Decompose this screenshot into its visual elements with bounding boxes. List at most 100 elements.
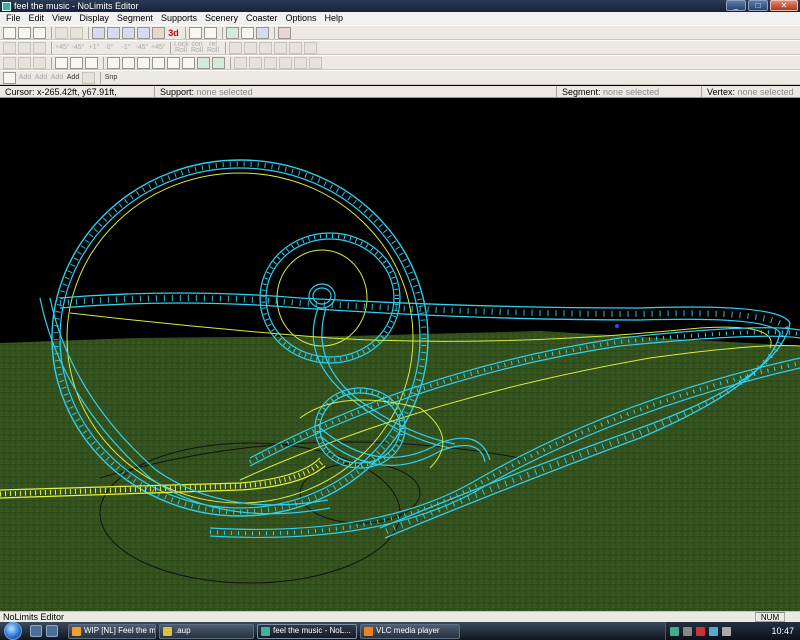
redo-icon[interactable]	[70, 26, 83, 39]
undo-icon[interactable]	[55, 26, 68, 39]
minimize-button[interactable]: _	[726, 0, 746, 11]
pointer-icon[interactable]	[3, 71, 16, 84]
task-button-aup[interactable]: .aup	[159, 623, 254, 639]
support-e-icon[interactable]	[289, 41, 302, 54]
menu-file[interactable]: File	[2, 12, 25, 25]
mountain-view-icon[interactable]	[137, 26, 150, 39]
menu-help[interactable]: Help	[321, 12, 348, 25]
footer-b-icon[interactable]	[249, 56, 262, 69]
task-button-nolimits[interactable]: feel the music - NoL...	[257, 623, 357, 639]
roll-plus-45-b-button[interactable]: +45°	[151, 44, 166, 51]
zoom-in-icon[interactable]	[189, 26, 202, 39]
track-b-icon[interactable]	[18, 56, 31, 69]
cylinder-c-icon[interactable]	[137, 56, 150, 69]
lock-roll-button[interactable]: Lock Roll	[174, 41, 189, 54]
zoom-out-icon[interactable]	[204, 26, 217, 39]
footer-f-icon[interactable]	[309, 56, 322, 69]
cylinder-a-icon[interactable]	[107, 56, 120, 69]
task-button-vlc[interactable]: VLC media player	[360, 623, 460, 639]
roll-plus-45-button[interactable]: +45°	[55, 44, 70, 51]
con-roll-button[interactable]: con Roll	[190, 41, 204, 54]
roll-minus-45-button[interactable]: -45°	[71, 44, 85, 51]
support-c-icon[interactable]	[259, 41, 272, 54]
add-d-button[interactable]: Add	[66, 74, 80, 81]
task-button-wip[interactable]: WIP [NL] Feel the m...	[68, 623, 156, 639]
ride-view-icon[interactable]	[226, 26, 239, 39]
menu-options[interactable]: Options	[282, 12, 321, 25]
grid-icon[interactable]	[92, 26, 105, 39]
menu-supports[interactable]: Supports	[157, 12, 201, 25]
select-box-icon[interactable]	[3, 41, 16, 54]
add-b-button[interactable]: Add	[34, 74, 48, 81]
menu-scenery[interactable]: Scenery	[201, 12, 242, 25]
snap-button[interactable]: Snp	[104, 74, 118, 81]
roll-plus-1-button[interactable]: +1°	[87, 44, 101, 51]
start-button[interactable]	[0, 622, 30, 640]
show-desktop-icon[interactable]	[30, 625, 42, 637]
cylinder-e-icon[interactable]	[167, 56, 180, 69]
support-value: none selected	[196, 87, 253, 97]
arrow-icon[interactable]	[683, 626, 692, 636]
support-d-icon[interactable]	[274, 41, 287, 54]
block-icon[interactable]	[212, 56, 225, 69]
rel-roll-bottom: Roll	[206, 46, 220, 54]
open-folder-icon[interactable]	[18, 26, 31, 39]
menu-display[interactable]: Display	[75, 12, 113, 25]
menu-coaster[interactable]: Coaster	[242, 12, 282, 25]
catwalk-icon[interactable]	[197, 56, 210, 69]
volume-icon[interactable]	[722, 626, 731, 636]
cylinder-d-icon[interactable]	[152, 56, 165, 69]
3d-viewport[interactable]	[0, 98, 800, 611]
roll-zero-button[interactable]: 0°	[103, 44, 117, 51]
network-icon[interactable]	[670, 626, 679, 636]
roll-minus-1-button[interactable]: -1°	[119, 44, 133, 51]
track-a-icon[interactable]	[3, 56, 16, 69]
task-label: WIP [NL] Feel the m...	[84, 626, 156, 635]
title-bar[interactable]: feel the music - NoLimits Editor _ □ ✕	[0, 0, 800, 12]
pencil-icon[interactable]	[55, 56, 68, 69]
person-icon[interactable]	[82, 71, 95, 84]
sphere-icon[interactable]	[241, 26, 254, 39]
info-bar: Cursor: x-265.42ft, y67.91ft, Support: n…	[0, 86, 800, 98]
toolbar-roll: +45° -45° +1° 0° -1° -45° +45° Lock Roll …	[0, 40, 800, 55]
antivirus-icon[interactable]	[696, 626, 705, 636]
segment-view-icon[interactable]	[122, 26, 135, 39]
footer-d-icon[interactable]	[279, 56, 292, 69]
quick-launch	[30, 625, 62, 637]
save-disk-icon[interactable]	[33, 26, 46, 39]
support-f-icon[interactable]	[304, 41, 317, 54]
messenger-icon[interactable]	[709, 626, 718, 636]
roll-minus-45-b-button[interactable]: -45°	[135, 44, 149, 51]
footer-a-icon[interactable]	[234, 56, 247, 69]
cylinder-f-icon[interactable]	[182, 56, 195, 69]
vertex-marker[interactable]	[615, 324, 619, 328]
cylinder-b-icon[interactable]	[122, 56, 135, 69]
add-a-button[interactable]: Add	[18, 74, 32, 81]
switch-windows-icon[interactable]	[46, 625, 58, 637]
support-a-icon[interactable]	[229, 41, 242, 54]
split-icon[interactable]	[33, 41, 46, 54]
track-c-icon[interactable]	[33, 56, 46, 69]
menu-segment[interactable]: Segment	[113, 12, 157, 25]
menu-edit[interactable]: Edit	[25, 12, 49, 25]
new-file-icon[interactable]	[3, 26, 16, 39]
menu-view[interactable]: View	[48, 12, 75, 25]
vlc-cone-icon	[364, 626, 373, 636]
vertex-view-icon[interactable]	[107, 26, 120, 39]
support-b-icon[interactable]	[244, 41, 257, 54]
warning-triangle-icon[interactable]	[256, 26, 269, 39]
test-ride-icon[interactable]	[278, 26, 291, 39]
coaster-view-icon[interactable]	[152, 26, 165, 39]
3d-view-button[interactable]: 3d	[167, 28, 180, 38]
close-button[interactable]: ✕	[770, 0, 798, 11]
vertex-value: none selected	[737, 87, 794, 97]
lift-icon[interactable]	[85, 56, 98, 69]
clock[interactable]: 10:47	[771, 622, 794, 640]
brake-icon[interactable]	[70, 56, 83, 69]
maximize-button[interactable]: □	[748, 0, 768, 11]
footer-e-icon[interactable]	[294, 56, 307, 69]
add-c-button[interactable]: Add	[50, 74, 64, 81]
fill-box-icon[interactable]	[18, 41, 31, 54]
rel-roll-button[interactable]: rel Roll	[206, 41, 220, 54]
footer-c-icon[interactable]	[264, 56, 277, 69]
